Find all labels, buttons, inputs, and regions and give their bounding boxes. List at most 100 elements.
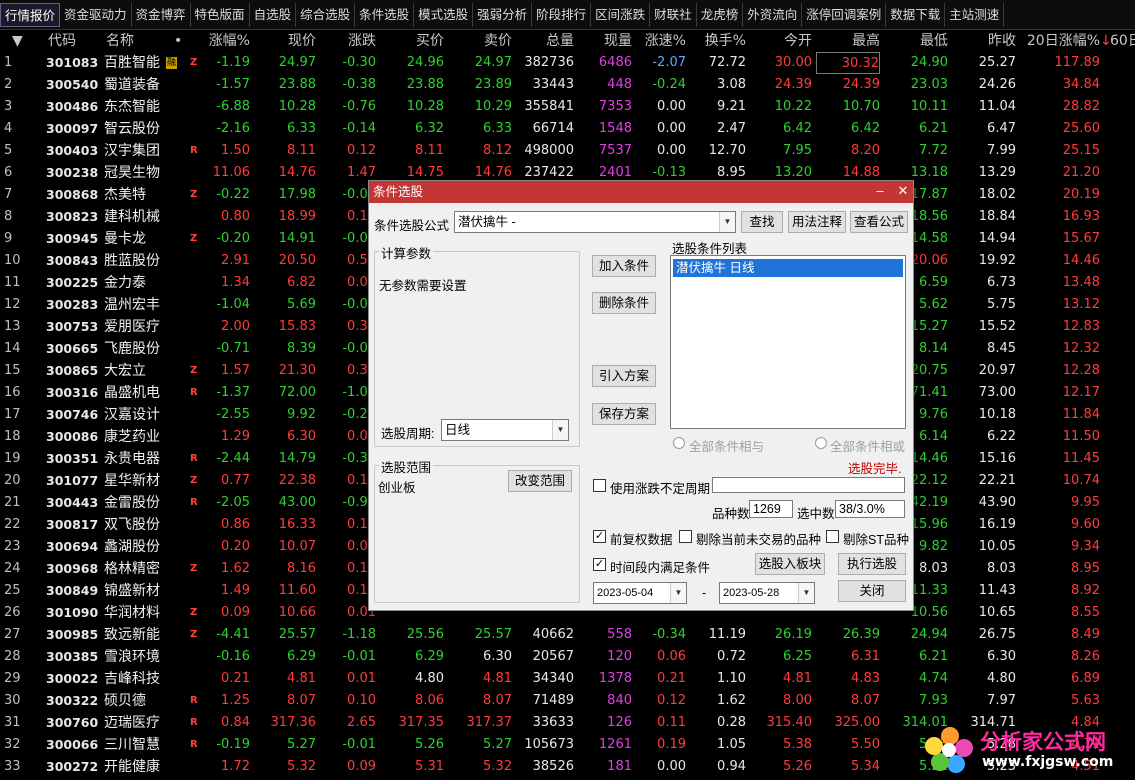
- cell-open: 8.00: [783, 693, 812, 708]
- radio-or[interactable]: [815, 437, 827, 449]
- cell-chg20: 25.60: [1062, 121, 1100, 136]
- import-scheme-button[interactable]: 引入方案: [592, 365, 656, 387]
- condition-list[interactable]: 潜伏擒牛 日线: [670, 255, 906, 429]
- execute-button[interactable]: 执行选股: [838, 553, 906, 575]
- variable-period-checkbox[interactable]: [593, 479, 606, 492]
- sort-arrow-icon[interactable]: ▼: [12, 30, 26, 52]
- formula-label: 条件选股公式: [374, 219, 450, 233]
- cell-price: 6.82: [287, 275, 316, 290]
- stock-code: 300316: [46, 385, 99, 400]
- table-row[interactable]: 30 300322 硕贝德 R 1.25 8.07 0.10 8.06 8.07 71489 840…: [0, 690, 1135, 712]
- formula-select[interactable]: 潜伏擒牛 - ▼: [454, 211, 736, 233]
- table-row[interactable]: 28 300385 雪浪环境 -0.16 6.29 -0.01 6.29 6.30 20567 1…: [0, 646, 1135, 668]
- cell-change: -0.76: [342, 99, 376, 114]
- tab-7[interactable]: 模式选股: [414, 2, 474, 27]
- cell-change_pct: 1.57: [221, 363, 250, 378]
- col-header-volume[interactable]: 总量: [514, 30, 574, 52]
- tab-15[interactable]: 数据下载: [886, 2, 946, 27]
- cell-speed: 0.00: [657, 99, 686, 114]
- table-row[interactable]: 5 300403 汉宇集团 R 1.50 8.11 0.12 8.11 8.12 498000 75…: [0, 140, 1135, 162]
- cell-ask: 24.97: [474, 55, 512, 70]
- col-header-low[interactable]: 最低: [884, 30, 948, 52]
- col-header-high[interactable]: 最高: [816, 30, 880, 52]
- tab-16[interactable]: 主站测速: [945, 2, 1005, 27]
- tab-8[interactable]: 强弱分析: [473, 2, 533, 27]
- period-select[interactable]: 日线 ▼: [441, 419, 569, 441]
- table-row[interactable]: 27 300985 致远新能 Z -4.41 25.57 -1.18 25.56 25.57 40…: [0, 624, 1135, 646]
- col-header-change_pct[interactable]: 涨幅%: [196, 30, 250, 52]
- row-index: 32: [4, 737, 21, 752]
- cell-chg20: 9.95: [1071, 495, 1100, 510]
- cell-speed: 0.00: [657, 143, 686, 158]
- time-condition-checkbox[interactable]: ✓: [593, 558, 606, 571]
- tab-9[interactable]: 阶段排行: [532, 2, 592, 27]
- col-header-name[interactable]: 名称: [106, 30, 156, 52]
- cell-low: 10.11: [910, 99, 948, 114]
- tab-2[interactable]: 资金博弈: [132, 2, 191, 27]
- cell-change: -0.01: [342, 737, 376, 752]
- exclude-untraded-checkbox[interactable]: [679, 530, 692, 543]
- col-header-price[interactable]: 现价: [254, 30, 316, 52]
- close-button[interactable]: 关闭: [838, 580, 906, 602]
- tab-14[interactable]: 涨停回调案例: [802, 2, 887, 27]
- table-row[interactable]: 1 301083 百胜智能 Z -1.19 24.97 -0.30 24.96 24.97 382…: [0, 52, 1135, 74]
- table-row[interactable]: 3 300486 东杰智能 -6.88 10.28 -0.76 10.28 10.29 3558…: [0, 96, 1135, 118]
- col-header-bid[interactable]: 买价: [380, 30, 444, 52]
- tab-0[interactable]: 行情报价: [0, 2, 61, 27]
- stock-code: 300985: [46, 627, 99, 642]
- tab-1[interactable]: 资金驱动力: [60, 2, 132, 27]
- minimize-icon[interactable]: –: [869, 181, 891, 203]
- tab-3[interactable]: 特色版面: [191, 2, 250, 27]
- col-header-change[interactable]: 涨跌: [320, 30, 376, 52]
- col-header-speed[interactable]: 涨速%: [636, 30, 686, 52]
- selected-value: 38/3.0%: [835, 500, 905, 518]
- col-header-turnover[interactable]: 换手%: [690, 30, 746, 52]
- date-from-picker[interactable]: 2023-05-04 ▼: [593, 582, 687, 604]
- col-header-cur_vol[interactable]: 现量: [578, 30, 632, 52]
- tab-13[interactable]: 外资流向: [743, 2, 803, 27]
- cell-open: 7.95: [783, 143, 812, 158]
- close-icon[interactable]: ✕: [892, 181, 914, 203]
- col-header-code[interactable]: 代码: [48, 30, 98, 52]
- cell-open: 26.19: [774, 627, 812, 642]
- table-row[interactable]: 4 300097 智云股份 -2.16 6.33 -0.14 6.32 6.33 66714 15…: [0, 118, 1135, 140]
- change-scope-button[interactable]: 改变范围: [508, 470, 572, 492]
- delete-condition-button[interactable]: 删除条件: [592, 292, 656, 314]
- variable-period-field[interactable]: [712, 477, 905, 493]
- date-to-picker[interactable]: 2023-05-28 ▼: [719, 582, 815, 604]
- condition-list-item[interactable]: 潜伏擒牛 日线: [673, 259, 903, 277]
- table-row[interactable]: 29 300022 吉峰科技 0.21 4.81 0.01 4.80 4.81 34340 137…: [0, 668, 1135, 690]
- tab-5[interactable]: 综合选股: [296, 2, 356, 27]
- stock-name: 迈瑞医疗: [104, 715, 160, 731]
- cell-turnover: 11.19: [708, 627, 746, 642]
- stock-code: 301090: [46, 605, 99, 620]
- tab-4[interactable]: 自选股: [250, 2, 297, 27]
- find-button[interactable]: 查找: [741, 211, 783, 233]
- exclude-st-checkbox[interactable]: [826, 530, 839, 543]
- tab-6[interactable]: 条件选股: [355, 2, 415, 27]
- col-header-prev_close[interactable]: 昨收: [952, 30, 1016, 52]
- cell-volume: 66714: [532, 121, 574, 136]
- radio-and[interactable]: [673, 437, 685, 449]
- cell-high: 26.39: [842, 627, 880, 642]
- cell-speed: 0.06: [657, 649, 686, 664]
- tab-10[interactable]: 区间涨跌: [591, 2, 651, 27]
- to-block-button[interactable]: 选股入板块: [755, 553, 825, 575]
- tab-11[interactable]: 财联社: [650, 2, 697, 27]
- col-header-ask[interactable]: 卖价: [448, 30, 512, 52]
- cell-change_pct: -2.16: [216, 121, 250, 136]
- adjusted-data-checkbox[interactable]: ✓: [593, 530, 606, 543]
- row-index: 31: [4, 715, 21, 730]
- col-header-chg60[interactable]: 60日: [1110, 30, 1135, 52]
- row-index: 24: [4, 561, 21, 576]
- usage-notes-button[interactable]: 用法注释: [788, 211, 846, 233]
- col-header-chg20[interactable]: 20日涨幅%: [1020, 30, 1100, 52]
- save-scheme-button[interactable]: 保存方案: [592, 403, 656, 425]
- tab-12[interactable]: 龙虎榜: [697, 2, 744, 27]
- view-formula-button[interactable]: 查看公式: [850, 211, 908, 233]
- col-header-open[interactable]: 今开: [750, 30, 812, 52]
- add-condition-button[interactable]: 加入条件: [592, 255, 656, 277]
- cell-ask: 5.32: [483, 759, 512, 774]
- table-row[interactable]: 2 300540 蜀道装备 -1.57 23.88 -0.38 23.88 23.89 3344…: [0, 74, 1135, 96]
- cell-open: 4.81: [783, 671, 812, 686]
